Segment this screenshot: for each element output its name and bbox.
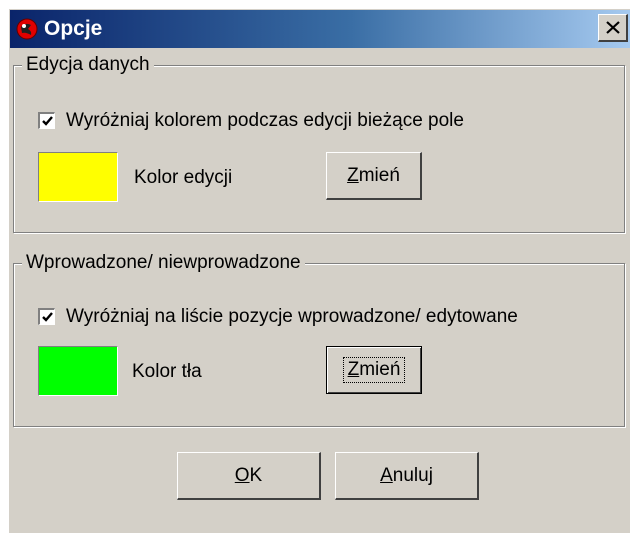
change-edit-color-button[interactable]: Zmień	[326, 152, 422, 200]
options-dialog: Opcje Edycja danych Wyróżniaj kolorem po…	[8, 8, 630, 533]
change-background-color-button[interactable]: Zmień	[326, 346, 422, 394]
highlight-entered-label[interactable]: Wyróżniaj na liście pozycje wprowadzone/…	[66, 305, 518, 329]
edit-data-group: Edycja danych Wyróżniaj kolorem podczas …	[13, 53, 625, 233]
change-mnemonic: Z	[347, 359, 360, 380]
cancel-button[interactable]: Anuluj	[335, 452, 479, 500]
change-label-rest: mień	[358, 164, 400, 186]
checkmark-icon	[42, 312, 53, 322]
change-mnemonic: Z	[347, 164, 359, 186]
background-color-swatch	[38, 346, 118, 396]
title-bar[interactable]: Opcje	[10, 10, 630, 48]
ok-label-rest: K	[249, 464, 263, 486]
window-title: Opcje	[44, 17, 103, 40]
cancel-label-rest: nuluj	[392, 464, 433, 486]
edit-data-group-title: Edycja danych	[22, 53, 154, 77]
entered-group-title: Wprowadzone/ niewprowadzone	[22, 251, 305, 275]
entered-group: Wprowadzone/ niewprowadzone Wyróżniaj na…	[13, 251, 625, 427]
ok-button[interactable]: OK	[177, 452, 321, 500]
highlight-edit-label[interactable]: Wyróżniaj kolorem podczas edycji bieżące…	[66, 109, 464, 133]
app-icon	[16, 18, 38, 40]
close-icon	[606, 21, 620, 34]
checkmark-icon	[42, 116, 53, 126]
ok-mnemonic: O	[234, 464, 250, 486]
edit-color-label: Kolor edycji	[134, 167, 233, 188]
highlight-entered-checkbox[interactable]	[38, 308, 55, 325]
highlight-edit-checkbox[interactable]	[38, 112, 55, 129]
change-label-rest: mień	[359, 359, 401, 380]
background-color-label: Kolor tła	[132, 361, 202, 382]
cancel-mnemonic: A	[380, 464, 393, 486]
focus-rectangle: Zmień	[342, 357, 406, 383]
close-button[interactable]	[598, 14, 628, 42]
edit-color-swatch	[38, 152, 118, 202]
